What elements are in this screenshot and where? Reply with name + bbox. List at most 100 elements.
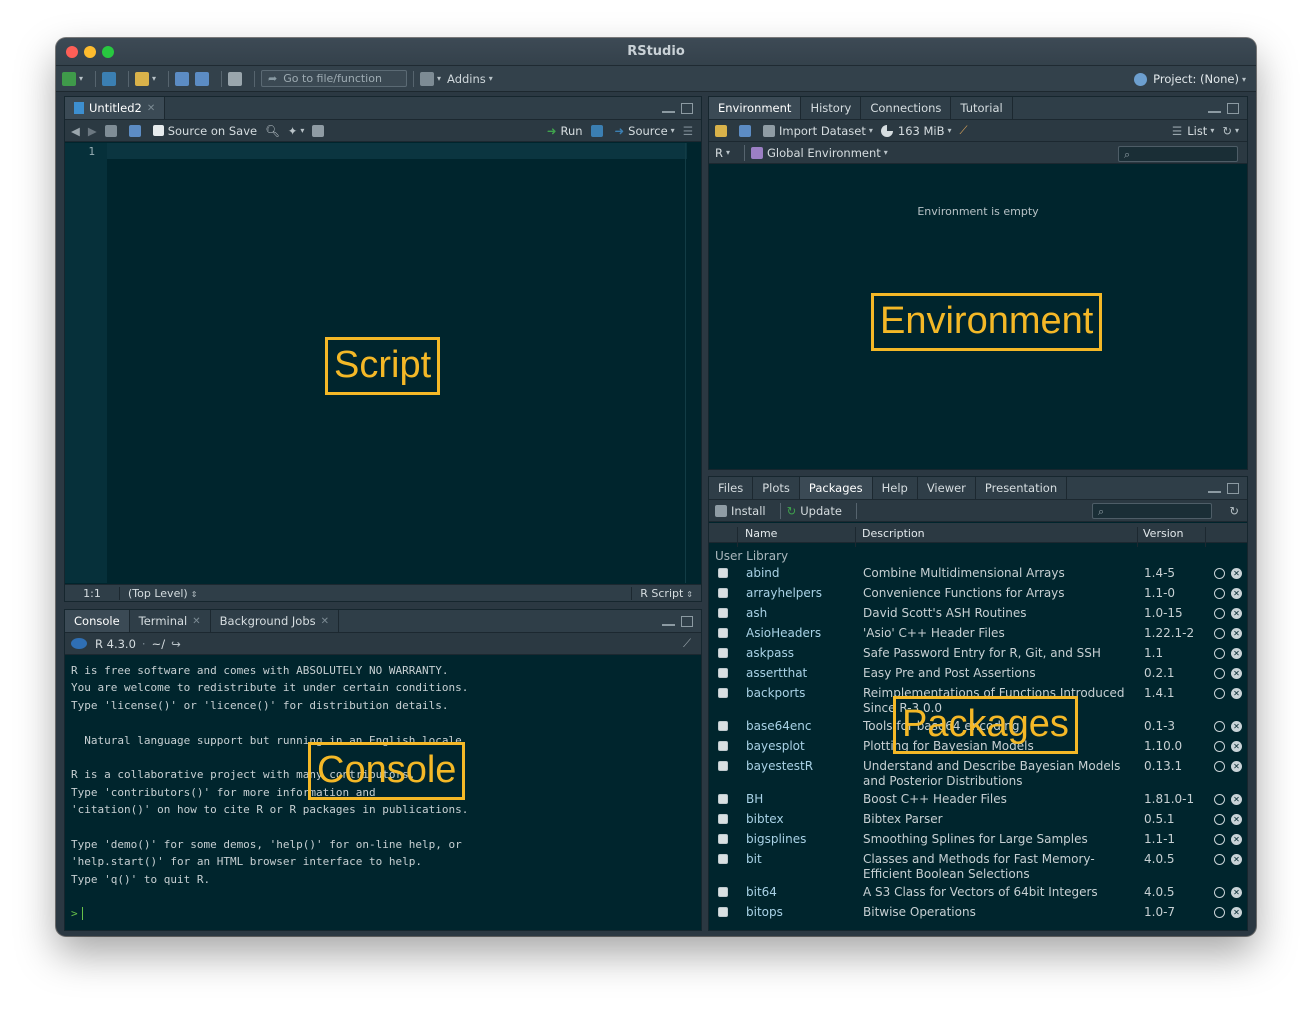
language-selector[interactable]: R ▾ [715,146,730,160]
scope-selector[interactable]: (Top Level) ⇕ [120,587,197,600]
package-name-link[interactable]: base64enc [746,719,811,733]
globe-icon[interactable] [1214,761,1225,772]
source-on-save-checkbox[interactable] [152,125,164,136]
remove-package-icon[interactable]: ✕ [1231,568,1242,579]
globe-icon[interactable] [1214,608,1225,619]
clear-workspace-button[interactable]: ⟋ [960,123,968,138]
project-menu[interactable]: Project: (None) ▾ [1134,66,1246,92]
package-name-link[interactable]: bigsplines [746,832,806,846]
remove-package-icon[interactable]: ✕ [1231,721,1242,732]
globe-icon[interactable] [1214,648,1225,659]
close-tab-icon[interactable]: ✕ [321,616,329,627]
globe-icon[interactable] [1214,907,1225,918]
package-name-link[interactable]: ash [746,606,767,620]
view-mode-button[interactable]: ☰ List ▾ [1172,124,1214,138]
tab-packages[interactable]: Packages [799,477,873,499]
save-all-button[interactable] [195,71,210,86]
package-load-checkbox[interactable] [718,854,728,864]
compile-report-button[interactable] [312,124,328,137]
package-load-checkbox[interactable] [718,887,728,897]
import-dataset-button[interactable]: Import Dataset ▾ [763,124,873,138]
environment-selector[interactable]: Global Environment ▾ [751,146,888,160]
package-name-link[interactable]: bitops [746,905,783,919]
close-tab-icon[interactable]: ✕ [192,616,200,627]
globe-icon[interactable] [1214,628,1225,639]
minimize-pane-icon[interactable] [662,103,675,113]
package-name-link[interactable]: bit [746,852,762,866]
tab-viewer[interactable]: Viewer [918,477,976,499]
package-load-checkbox[interactable] [718,588,728,598]
package-load-checkbox[interactable] [718,721,728,731]
package-name-link[interactable]: arrayhelpers [746,586,822,600]
remove-package-icon[interactable]: ✕ [1231,834,1242,845]
package-load-checkbox[interactable] [718,741,728,751]
remove-package-icon[interactable]: ✕ [1231,761,1242,772]
update-button[interactable]: ↻ Update [787,504,842,518]
new-file-button[interactable]: ▾ [62,71,83,86]
package-name-link[interactable]: bit64 [746,885,777,899]
source-on-save-toggle[interactable]: Source on Save [152,124,257,138]
code-tools-button[interactable]: ✦ ▾ [288,124,305,138]
maximize-pane-icon[interactable] [1227,103,1239,114]
show-in-window-button[interactable] [104,124,121,137]
go-to-file-input[interactable]: ➦ Go to file/function [261,70,408,87]
open-file-button[interactable]: ▾ [135,71,156,86]
tab-history[interactable]: History [801,97,862,119]
remove-package-icon[interactable]: ✕ [1231,814,1242,825]
environment-search-input[interactable]: ⌕ [1118,146,1238,162]
column-name[interactable]: Name [745,527,777,540]
save-button[interactable] [175,71,190,86]
package-load-checkbox[interactable] [718,628,728,638]
console-input[interactable]: > [71,907,83,920]
clear-console-icon[interactable]: ⟋ [683,636,691,651]
package-name-link[interactable]: AsioHeaders [746,626,821,640]
minimize-pane-icon[interactable] [1208,483,1221,493]
zoom-window-button[interactable] [102,46,114,58]
column-description[interactable]: Description [862,527,925,540]
remove-package-icon[interactable]: ✕ [1231,628,1242,639]
minimize-pane-icon[interactable] [1208,103,1221,113]
package-name-link[interactable]: abind [746,566,780,580]
load-workspace-button[interactable] [715,124,731,137]
outline-button[interactable]: ☰ [683,124,693,138]
remove-package-icon[interactable]: ✕ [1231,668,1242,679]
run-button[interactable]: ➜ Run [547,124,583,138]
working-directory[interactable]: ~/ [152,637,166,651]
rerun-button[interactable] [590,124,607,137]
close-window-button[interactable] [66,46,78,58]
tab-untitled2[interactable]: Untitled2 ✕ [65,97,166,119]
package-name-link[interactable]: BH [746,792,763,806]
globe-icon[interactable] [1214,721,1225,732]
file-type-selector[interactable]: R Script ⇕ [631,586,701,600]
tab-background-jobs[interactable]: Background Jobs ✕ [211,610,340,632]
save-workspace-button[interactable] [739,124,755,137]
package-load-checkbox[interactable] [718,608,728,618]
globe-icon[interactable] [1214,794,1225,805]
maximize-pane-icon[interactable] [681,616,693,627]
remove-package-icon[interactable]: ✕ [1231,588,1242,599]
globe-icon[interactable] [1214,568,1225,579]
globe-icon[interactable] [1214,688,1225,699]
package-load-checkbox[interactable] [718,648,728,658]
new-project-button[interactable] [102,71,117,86]
go-to-dir-icon[interactable]: ↪ [171,637,181,651]
globe-icon[interactable] [1214,814,1225,825]
refresh-packages-button[interactable]: ↻ [1229,504,1239,518]
package-name-link[interactable]: backports [746,686,805,700]
tab-plots[interactable]: Plots [753,477,800,499]
package-load-checkbox[interactable] [718,761,728,771]
minimize-pane-icon[interactable] [662,616,675,626]
packages-search-input[interactable]: ⌕ [1092,503,1212,519]
column-version[interactable]: Version [1143,527,1183,540]
find-button[interactable]: 🔍︎ [265,124,280,138]
package-name-link[interactable]: askpass [746,646,794,660]
package-name-link[interactable]: bayestestR [746,759,813,773]
package-name-link[interactable]: bibtex [746,812,784,826]
tab-connections[interactable]: Connections [861,97,952,119]
globe-icon[interactable] [1214,741,1225,752]
tab-presentation[interactable]: Presentation [976,477,1068,499]
back-button[interactable]: ◀ [71,124,80,138]
remove-package-icon[interactable]: ✕ [1231,794,1242,805]
remove-package-icon[interactable]: ✕ [1231,608,1242,619]
tab-tutorial[interactable]: Tutorial [951,97,1013,119]
